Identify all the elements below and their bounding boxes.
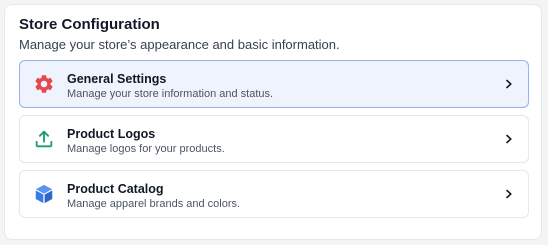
chevron-right-icon <box>504 189 514 199</box>
chevron-right-icon <box>504 79 514 89</box>
general-settings-label: General Settings <box>67 72 167 86</box>
product-catalog-description: Manage apparel brands and colors. <box>67 198 241 210</box>
page-subtitle: Manage your store’s appearance and basic… <box>19 37 340 52</box>
product-logos-label: Product Logos <box>67 127 156 141</box>
general-settings-description: Manage your store information and status… <box>67 88 274 100</box>
general-settings-card[interactable]: General Settings Manage your store infor… <box>19 60 529 108</box>
page-title: Store Configuration <box>19 16 160 33</box>
upload-icon <box>33 128 55 150</box>
store-configuration-panel: Store Configuration Manage your store’s … <box>4 4 542 240</box>
gear-icon <box>33 73 55 95</box>
cube-icon <box>33 183 55 205</box>
product-catalog-label: Product Catalog <box>67 182 164 196</box>
product-catalog-card[interactable]: Product Catalog Manage apparel brands an… <box>19 170 529 218</box>
chevron-right-icon <box>504 134 514 144</box>
product-logos-description: Manage logos for your products. <box>67 143 225 155</box>
product-logos-card[interactable]: Product Logos Manage logos for your prod… <box>19 115 529 163</box>
